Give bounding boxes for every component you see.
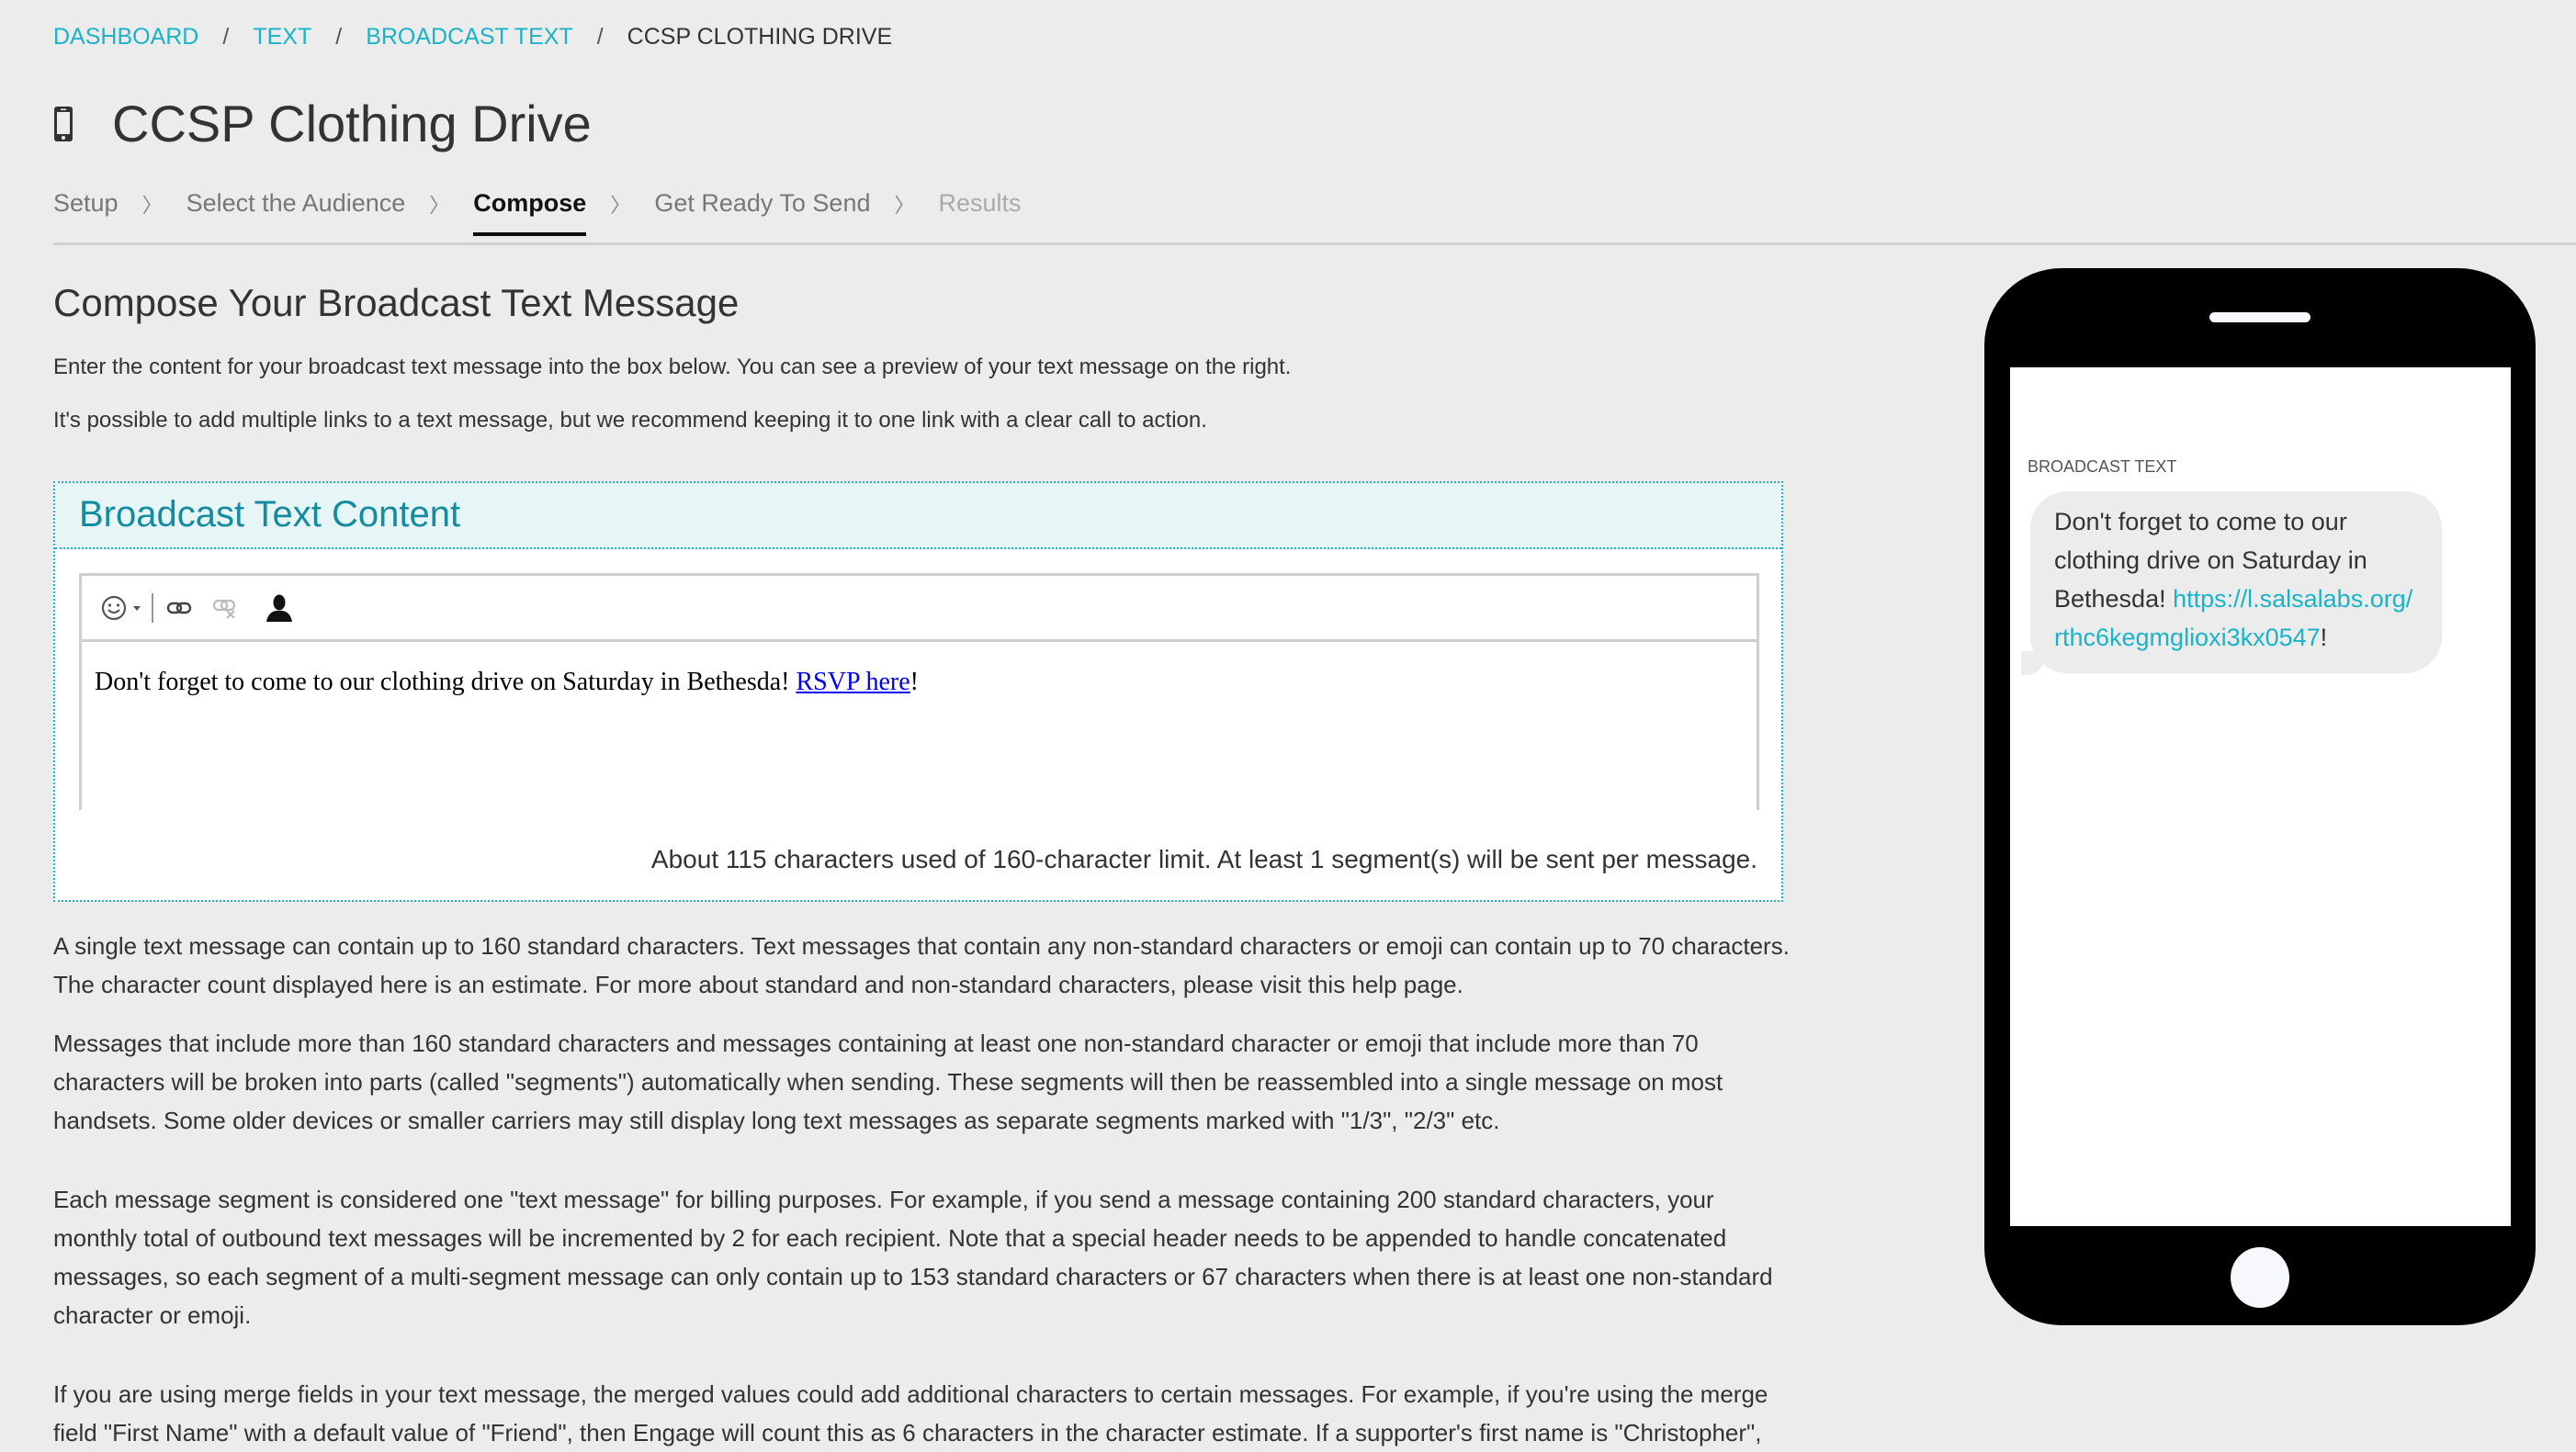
link-icon [166,602,192,613]
step-setup[interactable]: Setup [53,184,119,236]
insert-merge-field-button[interactable] [266,593,293,623]
chevron-down-icon [133,605,141,611]
breadcrumb-dashboard[interactable]: DASHBOARD [53,24,198,51]
page-title: CCSP Clothing Drive [112,95,592,152]
page-header: CCSP Clothing Drive [53,92,592,156]
breadcrumb-separator: / [222,24,230,50]
phone-preview: BROADCAST TEXT Don't forget to come to o… [1984,268,2536,1325]
step-compose[interactable]: Compose [473,184,587,236]
insert-link-button[interactable] [166,599,192,617]
emoji-button[interactable] [100,594,142,622]
character-count: About 115 characters used of 160-charact… [650,845,1757,873]
message-input[interactable]: Don't forget to come to our clothing dri… [95,668,1744,697]
preview-suffix: ! [2320,624,2328,651]
breadcrumb-current: CCSP CLOTHING DRIVE [627,24,893,50]
message-bubble: Don't forget to come to our clothing dri… [2021,491,2442,675]
wizard-steps: Setup 〉 Select the Audience 〉 Compose 〉 … [53,184,1022,236]
help-paragraph: A single text message can contain up to … [53,932,1790,998]
message-suffix: ! [910,668,919,696]
toolbar-separator [152,592,153,623]
chevron-right-icon: 〉 [610,193,631,217]
section-heading: Compose Your Broadcast Text Message [53,281,740,324]
broadcast-text-content-panel: Broadcast Text Content Don't forget to c… [53,481,1783,902]
chevron-right-icon: 〉 [894,193,915,217]
chevron-right-icon: 〉 [141,193,163,217]
help-paragraph: Messages that include more than 160 stan… [53,1030,1723,1134]
sms-sender-label: BROADCAST TEXT [2028,457,2177,476]
intro-paragraph: It's possible to add multiple links to a… [53,408,1207,433]
breadcrumb-separator: / [335,24,343,50]
editor-toolbar [82,576,1757,642]
rsvp-link[interactable]: RSVP here [796,668,910,696]
phone-speaker [2209,312,2310,322]
emoji-picker-icon [101,595,127,620]
mobile-phone-icon [54,107,73,141]
unlink-icon [212,599,236,619]
message-text: Don't forget to come to our clothing dri… [95,668,797,696]
breadcrumb-broadcast-text[interactable]: BROADCAST TEXT [366,24,573,51]
breadcrumb-text[interactable]: TEXT [253,24,311,51]
step-get-ready-to-send[interactable]: Get Ready To Send [654,184,870,236]
remove-link-button[interactable] [212,596,238,620]
message-editor: Don't forget to come to our clothing dri… [79,573,1759,810]
steps-divider [53,242,2576,245]
step-select-audience[interactable]: Select the Audience [186,184,406,236]
intro-paragraph: Enter the content for your broadcast tex… [53,355,1292,379]
help-paragraph: Each message segment is considered one "… [53,1186,1773,1329]
panel-title: Broadcast Text Content [79,494,461,535]
help-paragraph: If you are using merge fields in your te… [53,1380,1768,1446]
person-icon [266,594,292,622]
step-results: Results [938,189,1022,217]
breadcrumb-separator: / [596,24,604,50]
chevron-right-icon: 〉 [429,193,450,217]
breadcrumb: DASHBOARD / TEXT / BROADCAST TEXT / CCSP… [53,24,892,51]
phone-home-button [2231,1247,2289,1308]
phone-screen: BROADCAST TEXT Don't forget to come to o… [2010,367,2511,1226]
panel-header: Broadcast Text Content [55,483,1781,549]
